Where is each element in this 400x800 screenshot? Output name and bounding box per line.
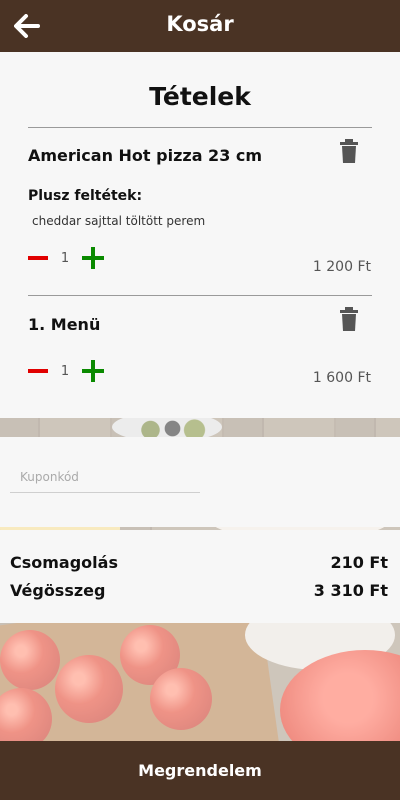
extras-value: cheddar sajttal töltött perem [32, 214, 206, 228]
delete-item-button[interactable] [339, 139, 359, 163]
packaging-row: Csomagolás 210 Ft [10, 553, 388, 577]
increase-quantity-button[interactable] [82, 247, 104, 269]
cart-items-card: Tételek American Hot pizza 23 cm Plusz f… [0, 52, 400, 418]
coupon-code-input[interactable] [10, 461, 200, 493]
trash-icon [340, 139, 358, 163]
decrease-quantity-button[interactable] [28, 256, 48, 260]
grand-total-value: 3 310 Ft [313, 581, 388, 600]
place-order-button[interactable]: Megrendelem [0, 741, 400, 800]
page-title: Kosár [166, 12, 234, 36]
item-price: 1 200 Ft [312, 259, 371, 275]
item-price: 1 600 Ft [312, 370, 371, 386]
packaging-label: Csomagolás [10, 553, 118, 572]
grand-total-label: Végösszeg [10, 581, 106, 600]
place-order-label: Megrendelem [138, 761, 262, 780]
items-heading: Tételek [149, 82, 251, 111]
extras-label: Plusz feltétek: [28, 188, 143, 204]
divider [28, 127, 372, 128]
decrease-quantity-button[interactable] [28, 369, 48, 373]
quantity-stepper: 1 [28, 246, 104, 270]
increase-quantity-button[interactable] [82, 360, 104, 382]
packaging-value: 210 Ft [330, 553, 388, 572]
delete-item-button[interactable] [339, 307, 359, 331]
cart-item-name: 1. Menü [28, 315, 101, 334]
quantity-value: 1 [60, 363, 70, 379]
totals-card: Csomagolás 210 Ft Végösszeg 3 310 Ft [0, 530, 400, 623]
app-header: Kosár [0, 0, 400, 52]
divider [28, 295, 372, 296]
grand-total-row: Végösszeg 3 310 Ft [10, 581, 388, 605]
quantity-value: 1 [60, 250, 70, 266]
trash-icon [340, 307, 358, 331]
coupon-card [0, 437, 400, 527]
cart-item-name: American Hot pizza 23 cm [28, 146, 263, 165]
quantity-stepper: 1 [28, 359, 104, 383]
